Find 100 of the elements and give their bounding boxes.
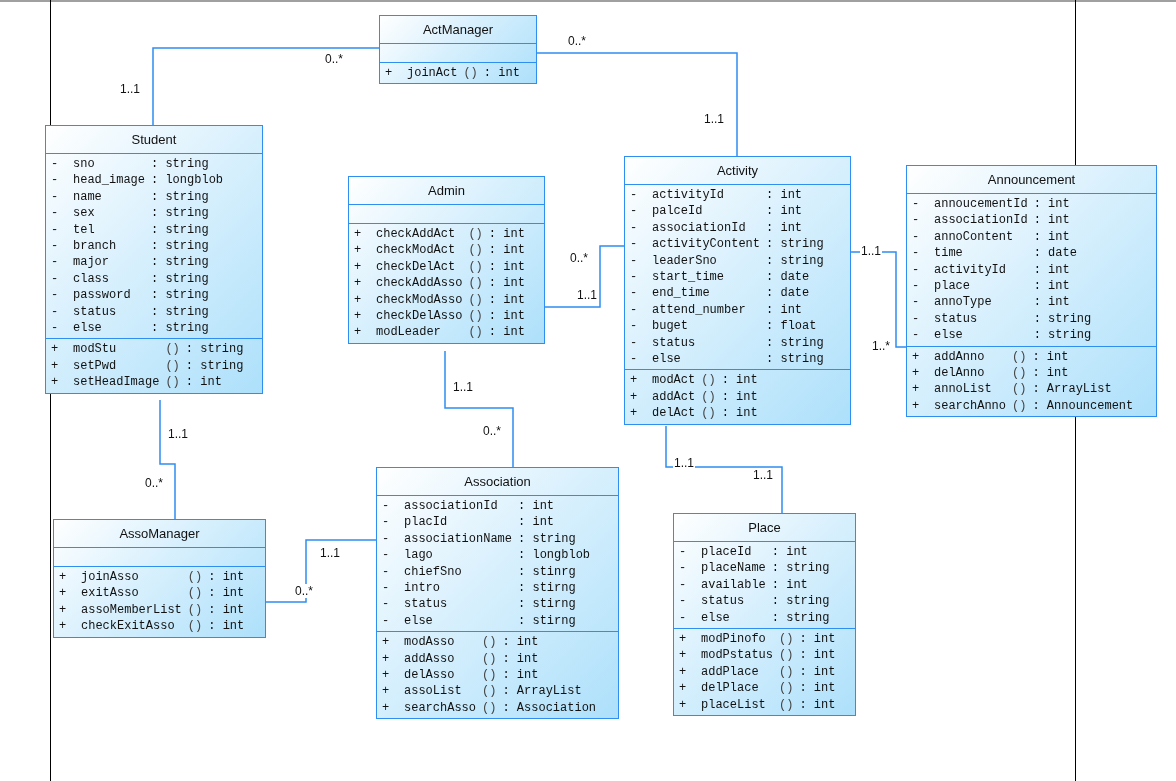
attribute-row-text: - available : int: [679, 576, 809, 594]
multiplicity-label: 0..*: [567, 34, 587, 48]
multiplicity-label: 1..*: [871, 339, 891, 353]
attribute-row-text: - associationId : int: [382, 498, 556, 515]
class-name: Association: [377, 468, 618, 496]
attribute-row: - else : string: [630, 351, 824, 368]
operation-row-text: + modAsso () : int: [382, 634, 540, 651]
operation-row-text: + delAsso () : int: [382, 667, 540, 684]
attribute-row: - status : string: [679, 593, 830, 610]
operation-row: + exitAsso () : int: [59, 585, 245, 602]
attribute-row-text: - annoType : int: [912, 294, 1071, 311]
attribute-row-text: - sex : string: [51, 205, 210, 222]
attribute-row-text: - placeId : int: [679, 544, 809, 561]
multiplicity-label: 1..1: [860, 244, 882, 258]
attribute-row-text: - attend_number : int: [630, 301, 804, 319]
attribute-row: - placeName : string: [679, 560, 830, 577]
attribute-row-text: - name : string: [51, 188, 210, 206]
operation-row: + modStu () : string: [51, 341, 244, 358]
attribute-row: - head_image : longblob: [51, 172, 224, 189]
operation-row-text: + addAnno () : int: [912, 348, 1070, 366]
operation-row-text: + delAnno () : int: [912, 365, 1070, 382]
attribute-row: - lago : longblob: [382, 547, 591, 564]
operation-row: + joinAct () : int: [385, 65, 520, 82]
attribute-row-text: - else : stirng: [382, 612, 577, 630]
attribute-row-text: - end_time : date: [630, 285, 811, 302]
attribute-row-text: - else : string: [51, 320, 210, 337]
attribute-row-text: - tel : string: [51, 221, 210, 239]
class-name: ActManager: [380, 16, 536, 44]
attribute-row-text: - place : int: [912, 278, 1071, 295]
attribute-row-text: - palceId : int: [630, 203, 804, 220]
operation-row: + checkDelAct () : int: [354, 258, 525, 276]
operation-row: + addAct () : int: [630, 388, 758, 406]
attribute-row-text: - annoucementId : int: [912, 196, 1071, 213]
multiplicity-label: 1..1: [576, 288, 598, 302]
operation-row: + checkAddAsso () : int: [354, 275, 525, 292]
attribute-row-text: - annoContent : int: [912, 228, 1071, 246]
operation-row: + placeList () : int: [679, 696, 836, 714]
operation-row: + checkModAsso () : int: [354, 291, 525, 309]
operation-row: + searchAsso () : Association: [382, 699, 597, 717]
operation-row: + modAct () : int: [630, 372, 758, 389]
attribute-row-text: - activityId : int: [630, 187, 804, 204]
class-name: Place: [674, 514, 855, 542]
attribute-row-text: - time : date: [912, 245, 1078, 262]
attribute-row-text: - intro : stirng: [382, 580, 577, 597]
operation-row: + modLeader () : int: [354, 324, 525, 341]
multiplicity-label: 0..*: [482, 424, 502, 438]
attribute-row: - else : string: [912, 327, 1092, 344]
multiplicity-label: 1..1: [703, 112, 725, 126]
operation-row: + checkDelAsso () : int: [354, 308, 525, 325]
multiplicity-label: 0..*: [569, 251, 589, 265]
attribute-row-text: - branch : string: [51, 238, 210, 255]
attribute-row-text: - password : string: [51, 287, 210, 304]
attribute-row-text: - status : string: [51, 303, 210, 321]
operation-row-text: + addAsso () : int: [382, 650, 540, 668]
attribute-row-text: - associationName : string: [382, 530, 577, 548]
operation-row-text: + assoList () : ArrayList: [382, 683, 583, 700]
attribute-row-text: - associationId : int: [630, 219, 804, 237]
attribute-row-text: - status : stirng: [382, 596, 577, 613]
attribute-row-text: - activityId : int: [912, 261, 1071, 279]
attribute-row: - status : string: [912, 310, 1092, 328]
operation-row: + searchAnno () : Announcement: [912, 397, 1134, 415]
attribute-row: - else : string: [679, 609, 830, 627]
attribute-row-text: - start_time : date: [630, 269, 811, 286]
attribute-row: - leaderSno : string: [630, 252, 824, 270]
multiplicity-label: 0..*: [144, 476, 164, 490]
attribute-row-text: - buget : float: [630, 318, 818, 335]
attribute-row-text: - chiefSno : stinrg: [382, 563, 577, 581]
multiplicity-label: 1..1: [119, 82, 141, 96]
attribute-row-text: - class : string: [51, 270, 210, 288]
operation-row: + addPlace () : int: [679, 663, 836, 681]
attribute-row: - activityContent : string: [630, 236, 824, 253]
multiplicity-label: 1..1: [752, 468, 774, 482]
operation-row-text: + annoList () : ArrayList: [912, 381, 1113, 398]
operation-row: + delAct () : int: [630, 405, 758, 422]
class-name: AssoManager: [54, 520, 265, 548]
operation-row: + checkModAct () : int: [354, 242, 525, 259]
attribute-row-text: - associationId : int: [912, 212, 1071, 229]
multiplicity-label: 1..1: [167, 427, 189, 441]
operation-row-text: + setHeadImage () : int: [51, 374, 223, 391]
operation-row: + modPinofo () : int: [679, 631, 836, 648]
multiplicity-label: 1..1: [673, 456, 695, 470]
multiplicity-label: 0..*: [294, 584, 314, 598]
operation-row: + assoMemberList () : int: [59, 601, 245, 619]
operation-row: + modPstatus () : int: [679, 647, 836, 664]
attribute-row: - status : string: [630, 334, 824, 352]
multiplicity-label: 0..*: [324, 52, 344, 66]
operation-row: + checkExitAsso () : int: [59, 618, 245, 635]
multiplicity-label: 1..1: [452, 380, 474, 394]
class-name: Announcement: [907, 166, 1156, 194]
operation-row: + delPlace () : int: [679, 680, 836, 697]
multiplicity-label: 1..1: [319, 546, 341, 560]
class-name: Activity: [625, 157, 850, 185]
operation-row: + checkAddAct () : int: [354, 226, 525, 243]
attribute-row-text: - major : string: [51, 254, 210, 271]
attribute-row-text: - placId : int: [382, 514, 556, 531]
operation-row: + setPwd () : string: [51, 357, 244, 375]
attribute-row-text: - sno : string: [51, 156, 210, 173]
operation-row: + joinAsso () : int: [59, 569, 245, 586]
class-name: Student: [46, 126, 262, 154]
class-name: Admin: [349, 177, 544, 205]
